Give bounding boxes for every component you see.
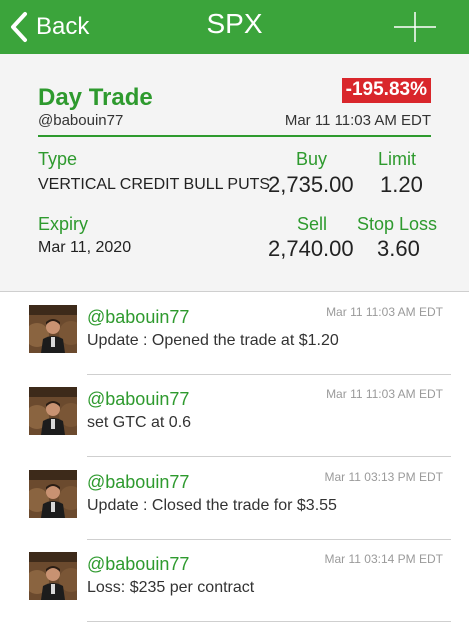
list-item[interactable]: @babouin77 Mar 11 03:14 PM EDT Loss: $23… bbox=[0, 540, 469, 622]
user-photo-icon bbox=[29, 387, 77, 435]
list-item[interactable]: @babouin77 Mar 11 11:03 AM EDT Update : … bbox=[0, 293, 469, 375]
post-author[interactable]: @babouin77 bbox=[87, 389, 189, 410]
post-message: Update : Opened the trade at $1.20 bbox=[87, 332, 339, 349]
post-divider bbox=[87, 621, 451, 622]
trade-strategy: Day Trade bbox=[38, 84, 153, 111]
post-message: Loss: $235 per contract bbox=[87, 579, 255, 596]
post-author[interactable]: @babouin77 bbox=[87, 307, 189, 328]
avatar[interactable] bbox=[29, 387, 77, 435]
buy-label: Buy bbox=[296, 149, 328, 169]
post-message: set GTC at 0.6 bbox=[87, 414, 192, 431]
post-author[interactable]: @babouin77 bbox=[87, 472, 189, 493]
back-label: Back bbox=[36, 13, 90, 40]
card-divider bbox=[38, 135, 431, 137]
sell-label: Sell bbox=[297, 214, 328, 234]
post-timestamp: Mar 11 11:03 AM EDT bbox=[326, 387, 443, 401]
stop-loss-label: Stop Loss bbox=[357, 214, 438, 234]
limit-value: 1.20 bbox=[380, 172, 423, 197]
avatar[interactable] bbox=[29, 470, 77, 518]
buy-value: 2,735.00 bbox=[268, 172, 354, 197]
user-photo-icon bbox=[29, 552, 77, 600]
list-item[interactable]: @babouin77 Mar 11 11:03 AM EDT set GTC a… bbox=[0, 375, 469, 457]
type-label: Type bbox=[38, 149, 78, 169]
navigation-bar: Back SPX bbox=[0, 0, 469, 54]
post-timestamp: Mar 11 11:03 AM EDT bbox=[326, 305, 443, 319]
avatar[interactable] bbox=[29, 552, 77, 600]
chevron-left-icon bbox=[11, 12, 27, 42]
stop-loss-value: 3.60 bbox=[377, 236, 420, 261]
list-item[interactable]: @babouin77 Mar 11 03:13 PM EDT Update : … bbox=[0, 458, 469, 540]
post-timestamp: Mar 11 03:14 PM EDT bbox=[324, 552, 444, 566]
sell-value: 2,740.00 bbox=[268, 236, 354, 261]
post-author[interactable]: @babouin77 bbox=[87, 554, 189, 575]
expiry-value: Mar 11, 2020 bbox=[38, 239, 132, 256]
limit-label: Limit bbox=[378, 149, 417, 169]
post-timestamp: Mar 11 03:13 PM EDT bbox=[324, 470, 444, 484]
expiry-label: Expiry bbox=[38, 214, 89, 234]
avatar[interactable] bbox=[29, 305, 77, 353]
trade-timestamp: Mar 11 11:03 AM EDT bbox=[284, 112, 431, 129]
user-photo-icon bbox=[29, 305, 77, 353]
trade-author[interactable]: @babouin77 bbox=[38, 112, 123, 129]
add-button[interactable] bbox=[393, 10, 437, 44]
back-button[interactable]: Back bbox=[8, 10, 89, 44]
plus-icon bbox=[394, 12, 436, 42]
post-message: Update : Closed the trade for $3.55 bbox=[87, 497, 337, 514]
trade-summary-card: Day Trade -195.83% @babouin77 Mar 11 11:… bbox=[0, 54, 469, 292]
user-photo-icon bbox=[29, 470, 77, 518]
type-value: VERTICAL CREDIT BULL PUTS bbox=[38, 176, 271, 193]
percent-change-badge: -195.83% bbox=[341, 78, 431, 103]
post-divider bbox=[87, 456, 451, 457]
